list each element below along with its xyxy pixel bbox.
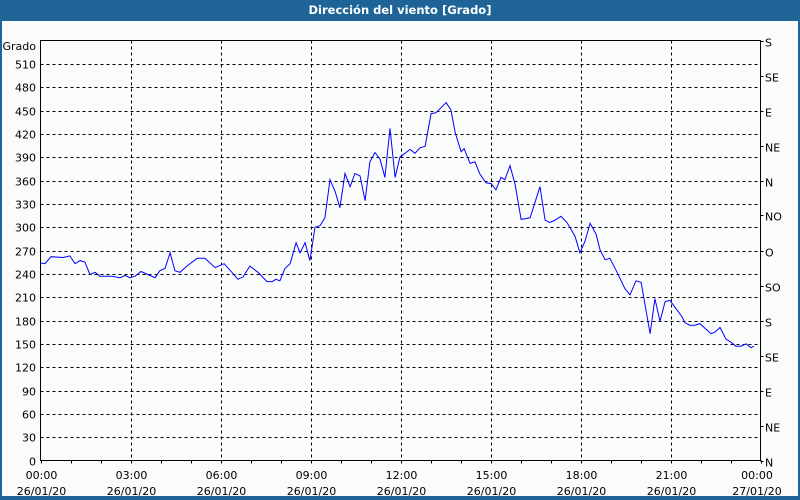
- y-tick-label: 30: [22, 432, 36, 445]
- x-tick-date: 26/01/20: [557, 485, 606, 498]
- right-axis-label: NE: [765, 422, 780, 435]
- y-tick-label: 330: [15, 199, 36, 212]
- right-axis-label: SE: [765, 72, 779, 85]
- y-axis-label: Grado: [3, 40, 37, 53]
- right-axis-label: SO: [765, 282, 781, 295]
- right-axis-label: NE: [765, 142, 780, 155]
- right-axis-label: O: [765, 247, 774, 260]
- y-tick-label: 480: [15, 82, 36, 95]
- x-tick-date: 26/01/20: [647, 485, 696, 498]
- y-tick-label: 150: [15, 339, 36, 352]
- x-tick-time: 00:00: [26, 469, 58, 482]
- x-tick-time: 03:00: [116, 469, 148, 482]
- plot-frame: [40, 40, 761, 461]
- right-axis-label: SE: [765, 352, 779, 365]
- x-tick-date: 26/01/20: [467, 485, 516, 498]
- right-axis-label: S: [765, 317, 772, 330]
- y-tick-label: 240: [15, 269, 36, 282]
- x-tick-date: 26/01/20: [17, 485, 66, 498]
- y-tick-label: 180: [15, 316, 36, 329]
- y-tick-label: 300: [15, 222, 36, 235]
- x-tick-date: 26/01/20: [287, 485, 336, 498]
- y-tick-label: 120: [15, 362, 36, 375]
- right-axis-label: N: [765, 457, 773, 470]
- right-axis-label: N: [765, 177, 773, 190]
- y-tick-label: 60: [22, 409, 36, 422]
- y-tick-label: 420: [15, 129, 36, 142]
- x-tick-time: 00:00: [741, 469, 773, 482]
- x-tick-time: 21:00: [656, 469, 688, 482]
- y-tick-label: 450: [15, 106, 36, 119]
- y-tick-label: 210: [15, 292, 36, 305]
- x-tick-time: 09:00: [296, 469, 328, 482]
- x-tick-time: 15:00: [476, 469, 508, 482]
- axis-labels: 0 30 60 90 120 150 180 210 240 270 300 330 360 390 420…: [15, 37, 782, 499]
- y-tick-label: 0: [29, 456, 36, 469]
- right-axis-label: E: [765, 387, 772, 400]
- x-tick-date: 26/01/20: [107, 485, 156, 498]
- right-axis-label: S: [765, 37, 772, 50]
- x-tick-date: 26/01/20: [197, 485, 246, 498]
- right-axis-label: NO: [765, 211, 782, 224]
- y-tick-label: 270: [15, 246, 36, 259]
- data-line: [40, 101, 755, 349]
- y-tick-label: 360: [15, 176, 36, 189]
- y-tick-label: 390: [15, 152, 36, 165]
- y-tick-label: 90: [22, 386, 36, 399]
- x-tick-date: 27/01/20: [732, 485, 781, 498]
- x-tick-time: 06:00: [206, 469, 238, 482]
- x-tick-date: 26/01/20: [377, 485, 426, 498]
- right-axis-label: E: [765, 107, 772, 120]
- x-tick-time: 12:00: [386, 469, 418, 482]
- y-tick-label: 510: [15, 59, 36, 72]
- axis-ticks: [41, 41, 764, 464]
- x-tick-time: 18:00: [566, 469, 598, 482]
- chart: 0 30 60 90 120 150 180 210 240 270 300 330 360 390 420…: [3, 37, 783, 499]
- grid: [40, 40, 761, 461]
